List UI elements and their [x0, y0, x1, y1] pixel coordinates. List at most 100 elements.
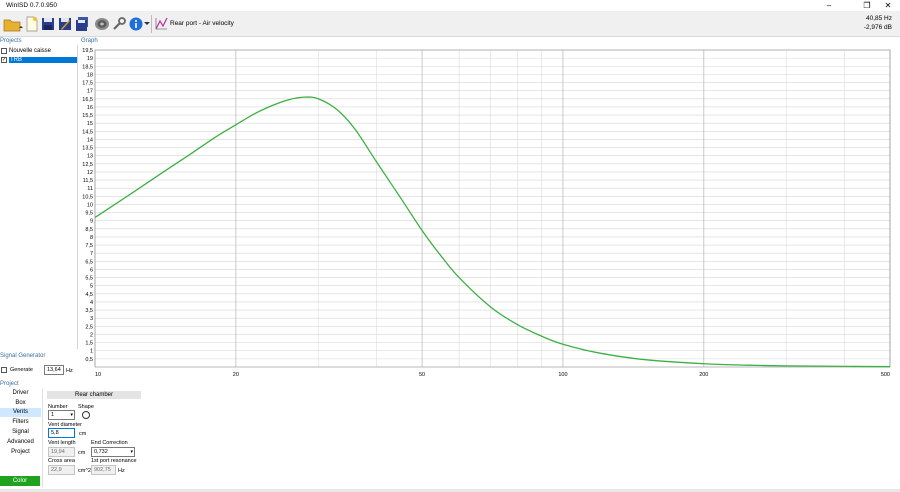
y-tick-label: 7,5 [85, 243, 93, 249]
vent-length-input: 19,94 [48, 447, 75, 457]
plot-area-frame [94, 49, 891, 368]
cursor-readout: 40,85 Hz -2,976 dB [864, 14, 892, 32]
project-label: TRB [9, 57, 77, 63]
project-item-nouvelle-caisse[interactable]: Nouvelle caisse [1, 47, 77, 55]
y-tick-label: 12 [87, 170, 93, 176]
y-tick-label: 14,5 [82, 129, 93, 135]
y-tick-label: 14 [87, 137, 93, 143]
generator-frequency-input[interactable]: 13,64 [44, 365, 64, 375]
y-tick-label: 6 [90, 267, 93, 273]
project-label: Nouvelle caisse [9, 48, 52, 54]
vent-diameter-unit: cm [79, 431, 87, 437]
graph-section-label: Graph [81, 38, 98, 44]
project-section-label: Project [0, 381, 19, 387]
cross-area-input: 22,9 [48, 465, 75, 475]
driver-icon[interactable] [93, 14, 111, 33]
vent-length-label: Vent length [48, 440, 76, 446]
save-icon[interactable] [40, 14, 56, 33]
nav-item-advanced[interactable]: Advanced [0, 438, 41, 447]
y-tick-label: 5 [90, 284, 93, 290]
y-tick-label: 9,5 [85, 211, 93, 217]
y-tick-label: 8,5 [85, 227, 93, 233]
generate-checkbox[interactable] [1, 367, 7, 373]
y-tick-label: 4 [90, 300, 93, 306]
tab-rear-chamber[interactable]: Rear chamber [47, 391, 141, 399]
x-tick-label: 200 [699, 372, 708, 377]
generate-label: Generate [10, 367, 33, 373]
shape-label: Shape [78, 404, 94, 410]
cross-area-label: Cross area [48, 458, 75, 464]
new-document-icon[interactable] [24, 14, 40, 33]
y-tick-label: 5,5 [85, 276, 93, 282]
y-tick-label: 10 [87, 202, 93, 208]
y-tick-label: 18 [87, 72, 93, 78]
y-tick-label: 8 [90, 235, 93, 241]
save-all-icon[interactable] [74, 14, 90, 33]
color-button[interactable]: Color [0, 476, 40, 486]
y-tick-label: 2,5 [85, 324, 93, 330]
info-icon[interactable] [128, 14, 144, 33]
nav-item-vents[interactable]: Vents [0, 408, 41, 417]
y-tick-label: 2 [90, 332, 93, 338]
y-tick-label: 9 [90, 219, 93, 225]
wrench-icon[interactable] [111, 14, 127, 33]
readout-level: -2,976 dB [863, 24, 892, 31]
project-item-trb[interactable]: ✓ TRB [1, 56, 77, 64]
y-tick-label: 18,5 [82, 64, 93, 70]
projects-list: Nouvelle caisse ✓ TRB [0, 45, 78, 349]
minimize-button[interactable]: – [815, 0, 843, 11]
y-tick-label: 12,5 [82, 162, 93, 168]
round-shape-icon[interactable] [82, 411, 90, 419]
port-resonance-unit: Hz [118, 468, 125, 474]
y-tick-label: 19,5 [82, 48, 93, 54]
signal-generator-section-label: Signal Generator [0, 353, 46, 359]
info-dropdown-arrow-icon[interactable] [144, 14, 150, 33]
air-velocity-chart[interactable]: 0,511,522,533,544,555,566,577,588,599,51… [80, 45, 898, 378]
x-tick-label: 50 [419, 372, 425, 377]
y-tick-label: 7 [90, 251, 93, 257]
y-tick-label: 0,5 [85, 357, 93, 363]
y-tick-label: 19 [87, 56, 93, 62]
nav-item-signal[interactable]: Signal [0, 428, 41, 437]
nav-item-driver[interactable]: Driver [0, 389, 41, 398]
project-checkbox-checked[interactable]: ✓ [1, 57, 7, 63]
window-title: WinISD 0.7.0.950 [6, 2, 57, 9]
toolbar-separator [151, 15, 152, 33]
generator-frequency-unit: Hz [66, 368, 73, 374]
nav-item-filters[interactable]: Filters [0, 418, 41, 427]
y-tick-label: 15 [87, 121, 93, 127]
nav-item-box[interactable]: Box [0, 399, 41, 408]
y-tick-label: 13,5 [82, 146, 93, 152]
graph-panel: 0,5 1 1,5 2 2,5 3 3,5 4 4,5 5 5,5 6 6,5 7 7,5 8 8,5 9 9,5 1… [80, 45, 898, 378]
port-resonance-label: 1st port resonance [91, 458, 137, 464]
y-tick-label: 3,5 [85, 308, 93, 314]
y-tick-label: 13 [87, 154, 93, 160]
y-tick-label: 17,5 [82, 81, 93, 87]
y-tick-label: 3 [90, 316, 93, 322]
title-bar: WinISD 0.7.0.950 – ❐ ✕ [0, 0, 900, 11]
project-checkbox[interactable] [1, 48, 7, 54]
y-tick-label: 16,5 [82, 97, 93, 103]
open-folder-icon[interactable] [3, 14, 23, 33]
close-button[interactable]: ✕ [874, 0, 900, 11]
number-select[interactable]: 1 ▾ [48, 410, 75, 420]
y-tick-label: 10,5 [82, 194, 93, 200]
chevron-down-icon: ▾ [130, 449, 133, 455]
y-tick-label: 11,5 [83, 178, 93, 184]
graph-selector-label[interactable]: Rear port - Air velocity [170, 14, 234, 33]
y-tick-label: 17 [87, 89, 93, 95]
x-tick-label: 100 [558, 372, 567, 377]
end-correction-value: 0,732 [94, 449, 108, 455]
vent-diameter-input[interactable]: 5,8 [48, 428, 75, 438]
end-correction-select[interactable]: 0,732 ▾ [91, 447, 135, 457]
readout-frequency: 40,85 Hz [865, 15, 892, 22]
toolbar: Rear port - Air velocity 40,85 Hz -2,976… [0, 11, 900, 37]
port-resonance-input: 902,75 [91, 465, 116, 475]
y-tick-label: 16 [87, 105, 93, 111]
save-as-icon[interactable] [57, 14, 73, 33]
nav-item-project[interactable]: Project [0, 448, 41, 457]
x-tick-label: 500 [881, 372, 890, 377]
vents-panel: Rear chamber Number 1 ▾ Shape Vent diame… [42, 389, 898, 487]
y-tick-label: 11 [87, 186, 93, 192]
graph-select-icon[interactable] [154, 14, 168, 33]
